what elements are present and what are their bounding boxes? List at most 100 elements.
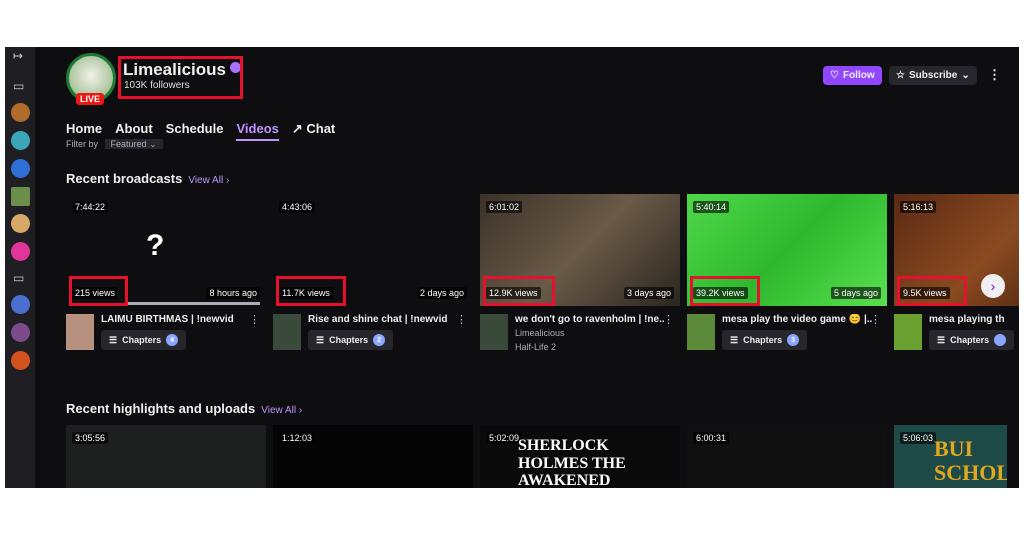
chapters-count [994,334,1007,346]
game-box-art[interactable] [894,314,922,350]
more-options-icon[interactable]: ⋮ [249,313,260,326]
video-duration: 5:16:13 [900,201,937,213]
highlight-card[interactable]: 3:05:56 [66,425,266,488]
annotation-box [69,276,128,306]
video-title[interactable]: we don't go to ravenholm | !ne... [515,314,665,325]
chapters-button[interactable]: ☰ Chapters 2 [308,330,394,350]
star-icon: ☆ [896,70,905,81]
camera-icon: ▭ [13,271,25,285]
twitch-window: ↦ ▭ ▭ LIVE Limealicious 103K followers ♡… [5,47,1019,488]
live-badge: LIVE [76,93,105,105]
chapters-label: Chapters [122,335,162,345]
chapters-button[interactable]: ☰ Chapters 3 [722,330,808,350]
video-title[interactable]: mesa play the video game 😊 |... [722,314,872,325]
video-title[interactable]: Rise and shine chat | !newvid [308,314,458,325]
game-box-art[interactable] [273,314,301,350]
view-all-broadcasts-link[interactable]: View All › [188,175,229,186]
followed-channel-avatar[interactable] [11,131,30,150]
tab-home[interactable]: Home [66,121,102,141]
list-icon: ☰ [109,334,118,345]
highlight-card[interactable]: 5:02:09 SHERLOCK HOLMES THE AWAKENED [480,425,680,488]
annotation-box [118,56,243,99]
section-title: Recent broadcasts [66,171,183,186]
tab-about[interactable]: About [115,121,153,141]
next-arrow-button[interactable]: › [981,274,1005,298]
list-icon: ☰ [316,334,325,345]
recent-broadcasts-heading: Recent broadcasts View All › [66,171,229,186]
video-duration: 6:01:02 [486,201,523,213]
chapters-count: 2 [373,334,386,346]
followed-channel-avatar[interactable] [11,187,30,206]
video-duration: 5:06:03 [900,432,937,444]
annotation-box [690,276,760,306]
chapters-button[interactable]: ☰ Chapters 4 [101,330,187,350]
placeholder-question-icon: ? [146,229,165,262]
chapters-label: Chapters [743,335,783,345]
followed-channel-avatar[interactable] [11,323,30,342]
chapters-count: 4 [166,334,179,346]
chapters-label: Chapters [950,335,990,345]
upload-age: 2 days ago [416,287,467,299]
highlight-card[interactable]: 6:00:31 [687,425,887,488]
followed-channel-avatar[interactable] [11,214,30,233]
thumbnail-art-text: SHERLOCK HOLMES THE AWAKENED [518,437,626,488]
chevron-down-icon: ⌄ [961,70,970,81]
video-title[interactable]: LAIMU BIRTHMAS | !newvid [101,314,251,325]
followed-channel-avatar[interactable] [11,295,30,314]
tab-videos[interactable]: Videos [236,121,279,141]
game-box-art[interactable] [66,314,94,350]
video-duration: 7:44:22 [72,201,109,213]
game-box-art[interactable] [480,314,508,350]
followed-channel-avatar[interactable] [11,159,30,178]
list-icon: ☰ [937,334,946,345]
popout-arrow-icon: ↗ [291,121,307,136]
followed-channel-avatar[interactable] [11,351,30,370]
list-icon: ☰ [730,334,739,345]
highlight-card[interactable]: 1:12:03 [273,425,473,488]
upload-age: 5 days ago [830,287,881,299]
channel-tabs: Home About Schedule Videos ↗ Chat [66,121,335,141]
more-options-icon[interactable]: ⋮ [456,313,467,326]
annotation-box [276,276,346,306]
follow-label: Follow [842,70,875,81]
view-all-highlights-link[interactable]: View All › [261,405,302,416]
highlight-card[interactable]: 5:06:03BUI SCHOLARSHI [894,425,1007,488]
chapters-count: 3 [787,334,800,346]
filter-label: Filter by [66,139,99,149]
video-duration: 5:02:09 [486,432,523,444]
recent-highlights-heading: Recent highlights and uploads View All › [66,401,302,416]
more-options-icon[interactable]: ⋮ [663,313,674,326]
heart-icon: ♡ [830,70,839,81]
more-options-icon[interactable]: ⋮ [988,67,1001,83]
game-link[interactable]: Half-Life 2 [515,342,556,352]
camera-icon: ▭ [13,79,25,93]
tab-schedule[interactable]: Schedule [166,121,224,141]
channel-link[interactable]: Limealicious [515,328,565,338]
chapters-button[interactable]: ☰ Chapters [929,330,1015,350]
more-options-icon[interactable]: ⋮ [870,313,881,326]
section-title: Recent highlights and uploads [66,401,256,416]
upload-age: 3 days ago [623,287,674,299]
tab-chat-label: Chat [306,121,336,136]
video-title[interactable]: mesa playing th [929,314,1019,325]
video-duration: 6:00:31 [693,432,730,444]
followed-channel-avatar[interactable] [11,242,30,261]
video-duration: 3:05:56 [72,432,109,444]
collapse-icon[interactable]: ↦ [13,49,23,63]
followed-channel-avatar[interactable] [11,103,30,122]
upload-age: 8 hours ago [206,287,260,299]
subscribe-label: Subscribe [908,70,958,81]
filter-dropdown[interactable]: Featured ⌄ [104,139,163,149]
video-duration: 5:40:14 [693,201,730,213]
annotation-box [483,276,555,306]
annotation-box [897,276,967,306]
chapters-label: Chapters [329,335,369,345]
watch-progress-bar [128,302,260,305]
game-box-art[interactable] [687,314,715,350]
thumbnail-art-text: BUI SCHOLARSHI [934,436,1007,486]
tab-chat[interactable]: ↗ Chat [292,121,335,141]
subscribe-button[interactable]: ☆ Subscribe ⌄ [889,66,977,85]
sidebar: ↦ ▭ ▭ [5,47,35,488]
video-duration: 4:43:06 [279,201,316,213]
follow-button[interactable]: ♡ Follow [823,66,882,85]
